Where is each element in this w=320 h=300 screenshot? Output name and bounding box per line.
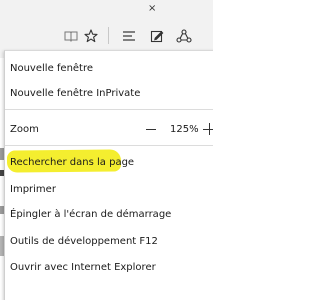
zoom-label: Zoom bbox=[10, 124, 39, 135]
more-actions-menu: Nouvelle fenêtre Nouvelle fenêtre InPriv… bbox=[4, 50, 213, 300]
menu-item-print[interactable]: Imprimer bbox=[10, 183, 56, 196]
zoom-value: 125% bbox=[170, 124, 199, 135]
menu-item-open-with-ie[interactable]: Ouvrir avec Internet Explorer bbox=[10, 261, 156, 274]
zoom-in-button[interactable] bbox=[203, 123, 213, 135]
hub-icon[interactable] bbox=[120, 27, 138, 45]
share-icon[interactable] bbox=[175, 27, 193, 45]
menu-item-pin-to-start[interactable]: Épingler à l'écran de démarrage bbox=[10, 208, 171, 221]
star-icon[interactable] bbox=[82, 27, 100, 45]
menu-divider bbox=[5, 109, 213, 110]
web-note-icon[interactable] bbox=[148, 27, 166, 45]
menu-divider bbox=[5, 145, 213, 146]
menu-item-new-window[interactable]: Nouvelle fenêtre bbox=[10, 62, 93, 75]
menu-item-find-on-page[interactable]: Rechercher dans la page bbox=[10, 156, 134, 169]
menu-item-new-inprivate-window[interactable]: Nouvelle fenêtre InPrivate bbox=[10, 87, 140, 100]
close-glyph[interactable]: × bbox=[148, 3, 156, 14]
toolbar-divider bbox=[108, 27, 109, 44]
zoom-out-button[interactable] bbox=[146, 129, 156, 130]
browser-window: × Nouvelle fenêtre Nouvelle fenêtre InPr… bbox=[0, 0, 213, 300]
menu-item-developer-tools[interactable]: Outils de développement F12 bbox=[10, 235, 158, 248]
book-icon[interactable] bbox=[62, 27, 80, 45]
